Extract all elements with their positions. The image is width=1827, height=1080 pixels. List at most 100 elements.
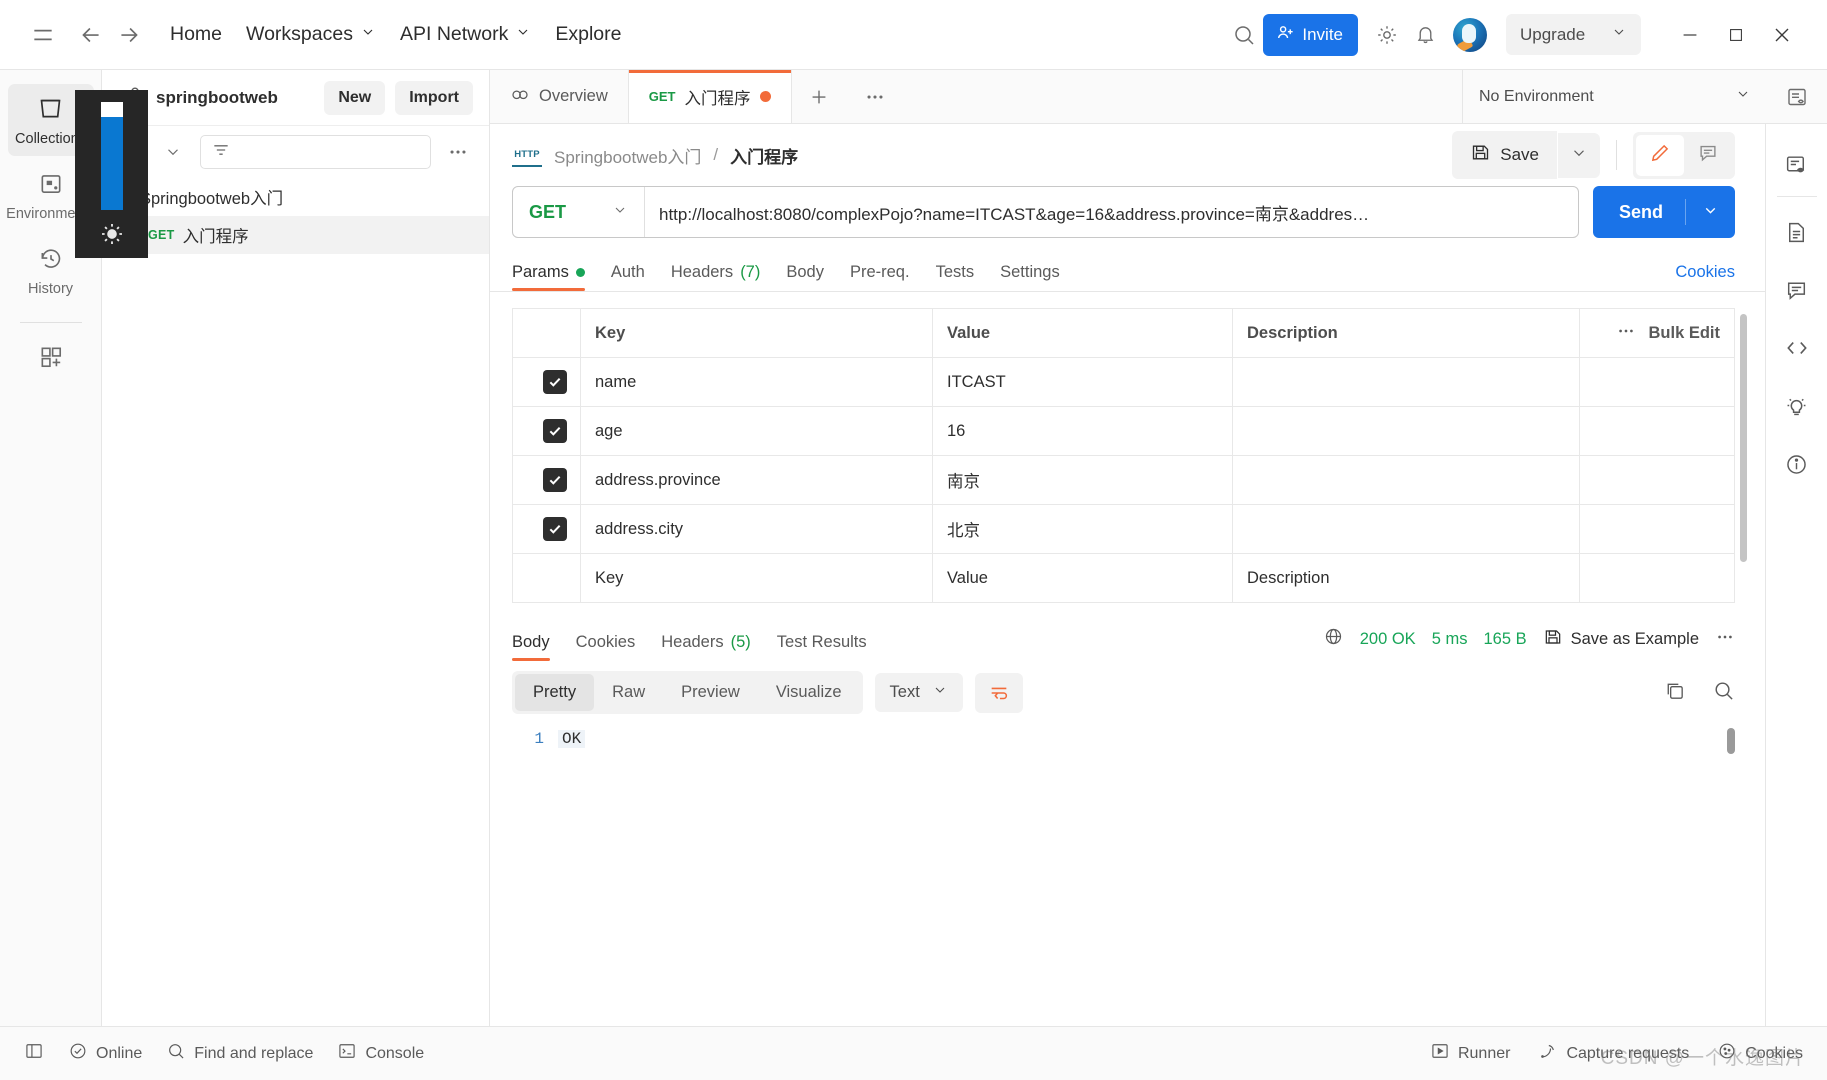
nav-explore[interactable]: Explore bbox=[543, 17, 633, 52]
save-as-example-button[interactable]: Save as Example bbox=[1543, 627, 1699, 652]
more-horizontal-icon[interactable] bbox=[441, 136, 475, 168]
response-body-viewer[interactable]: 1 OK bbox=[512, 724, 1735, 1026]
tab-response-body[interactable]: Body bbox=[512, 633, 550, 661]
tab-headers[interactable]: Headers (7) bbox=[671, 263, 761, 291]
tab-auth[interactable]: Auth bbox=[611, 263, 645, 291]
table-row[interactable]: age 16 bbox=[512, 406, 1735, 456]
view-raw-button[interactable]: Raw bbox=[594, 674, 663, 711]
more-horizontal-icon[interactable] bbox=[1616, 321, 1636, 346]
view-visualize-button[interactable]: Visualize bbox=[758, 674, 860, 711]
more-horizontal-icon[interactable] bbox=[1715, 627, 1735, 652]
quick-look-icon[interactable] bbox=[1774, 136, 1820, 194]
row-value[interactable]: 北京 bbox=[932, 504, 1233, 554]
row-value[interactable]: 16 bbox=[932, 406, 1233, 456]
checkbox-checked-icon[interactable] bbox=[543, 468, 567, 492]
new-button[interactable]: New bbox=[324, 80, 386, 115]
save-options-caret[interactable] bbox=[1558, 132, 1600, 178]
send-options-caret[interactable] bbox=[1686, 202, 1735, 223]
row-value[interactable]: ITCAST bbox=[932, 357, 1233, 407]
row-description[interactable] bbox=[1232, 406, 1580, 456]
bell-icon[interactable] bbox=[1406, 16, 1444, 54]
capture-requests-button[interactable]: Capture requests bbox=[1538, 1041, 1689, 1066]
nav-home[interactable]: Home bbox=[158, 17, 234, 52]
new-tab-button[interactable] bbox=[792, 70, 848, 123]
tab-test-results[interactable]: Test Results bbox=[777, 633, 867, 661]
add-blocks-icon[interactable] bbox=[8, 333, 94, 383]
search-icon[interactable] bbox=[1225, 16, 1263, 54]
new-key-input[interactable]: Key bbox=[580, 553, 933, 603]
bulk-edit-link[interactable]: Bulk Edit bbox=[1648, 324, 1720, 343]
close-button[interactable] bbox=[1759, 12, 1805, 58]
tab-response-headers[interactable]: Headers (5) bbox=[661, 633, 751, 661]
breadcrumb-root[interactable]: Springbootweb入门 bbox=[554, 143, 701, 168]
table-row[interactable]: name ITCAST bbox=[512, 357, 1735, 407]
nav-workspaces[interactable]: Workspaces bbox=[234, 17, 388, 52]
response-scrollbar[interactable] bbox=[1727, 728, 1735, 754]
params-scrollbar[interactable] bbox=[1740, 314, 1747, 562]
tab-settings[interactable]: Settings bbox=[1000, 263, 1060, 291]
info-icon[interactable] bbox=[1774, 435, 1820, 493]
env-quick-look-icon[interactable] bbox=[1767, 70, 1827, 123]
tab-response-cookies[interactable]: Cookies bbox=[576, 633, 636, 661]
search-input[interactable] bbox=[200, 135, 431, 169]
documentation-icon[interactable] bbox=[1774, 203, 1820, 261]
checkbox-checked-icon[interactable] bbox=[543, 370, 567, 394]
row-key[interactable]: age bbox=[580, 406, 933, 456]
send-button[interactable]: Send bbox=[1592, 186, 1735, 238]
cookies-link[interactable]: Cookies bbox=[1675, 263, 1735, 291]
code-icon[interactable] bbox=[1774, 319, 1820, 377]
maximize-button[interactable] bbox=[1713, 12, 1759, 58]
view-pretty-button[interactable]: Pretty bbox=[515, 674, 595, 711]
http-method-select[interactable]: GET bbox=[513, 187, 645, 237]
gear-icon[interactable] bbox=[1368, 16, 1406, 54]
checkbox-checked-icon[interactable] bbox=[543, 419, 567, 443]
import-button[interactable]: Import bbox=[395, 80, 473, 115]
sidebar-toggle-button[interactable] bbox=[24, 1041, 44, 1066]
search-icon[interactable] bbox=[1712, 679, 1735, 707]
find-and-replace-button[interactable]: Find and replace bbox=[166, 1041, 313, 1066]
row-key[interactable]: name bbox=[580, 357, 933, 407]
tab-request[interactable]: GET 入门程序 bbox=[628, 70, 792, 123]
comment-mode-button[interactable] bbox=[1684, 135, 1732, 176]
console-button[interactable]: Console bbox=[337, 1041, 424, 1066]
tab-overview[interactable]: Overview bbox=[490, 70, 629, 123]
checkbox-checked-icon[interactable] bbox=[543, 517, 567, 541]
runner-button[interactable]: Runner bbox=[1430, 1041, 1510, 1066]
globe-icon[interactable] bbox=[1323, 626, 1344, 652]
row-description[interactable] bbox=[1232, 455, 1580, 505]
minimize-button[interactable] bbox=[1667, 12, 1713, 58]
save-button[interactable]: Save bbox=[1452, 131, 1557, 179]
tab-params[interactable]: Params bbox=[512, 263, 585, 291]
comments-icon[interactable] bbox=[1774, 261, 1820, 319]
new-description-input[interactable]: Description bbox=[1232, 553, 1580, 603]
row-checkbox-cell[interactable] bbox=[512, 406, 581, 456]
new-value-input[interactable]: Value bbox=[932, 553, 1233, 603]
row-value[interactable]: 南京 bbox=[932, 455, 1233, 505]
forward-arrow-icon[interactable] bbox=[110, 16, 148, 54]
tab-tests[interactable]: Tests bbox=[936, 263, 975, 291]
row-description[interactable] bbox=[1232, 504, 1580, 554]
edit-mode-button[interactable] bbox=[1636, 134, 1684, 176]
row-checkbox-cell[interactable] bbox=[512, 357, 581, 407]
row-description[interactable] bbox=[1232, 357, 1580, 407]
environment-selector[interactable]: No Environment bbox=[1462, 70, 1767, 123]
nav-api-network[interactable]: API Network bbox=[388, 17, 543, 52]
tab-body[interactable]: Body bbox=[786, 263, 824, 291]
upgrade-button[interactable]: Upgrade bbox=[1506, 14, 1641, 55]
chevron-down-icon[interactable] bbox=[156, 136, 190, 168]
view-preview-button[interactable]: Preview bbox=[663, 674, 758, 711]
row-checkbox-cell[interactable] bbox=[512, 455, 581, 505]
collection-row[interactable]: Springbootweb入门 bbox=[102, 178, 489, 216]
avatar[interactable] bbox=[1453, 17, 1487, 52]
row-checkbox-cell[interactable] bbox=[512, 553, 581, 603]
online-status[interactable]: Online bbox=[68, 1041, 142, 1066]
tabs-more-icon[interactable] bbox=[848, 70, 904, 123]
row-checkbox-cell[interactable] bbox=[512, 504, 581, 554]
row-key[interactable]: address.province bbox=[580, 455, 933, 505]
hamburger-icon[interactable] bbox=[24, 16, 62, 54]
breadcrumb-current[interactable]: 入门程序 bbox=[730, 143, 798, 168]
row-key[interactable]: address.city bbox=[580, 504, 933, 554]
table-row[interactable]: address.province 南京 bbox=[512, 455, 1735, 505]
copy-icon[interactable] bbox=[1663, 679, 1686, 707]
cookies-button[interactable]: Cookies bbox=[1717, 1041, 1803, 1066]
